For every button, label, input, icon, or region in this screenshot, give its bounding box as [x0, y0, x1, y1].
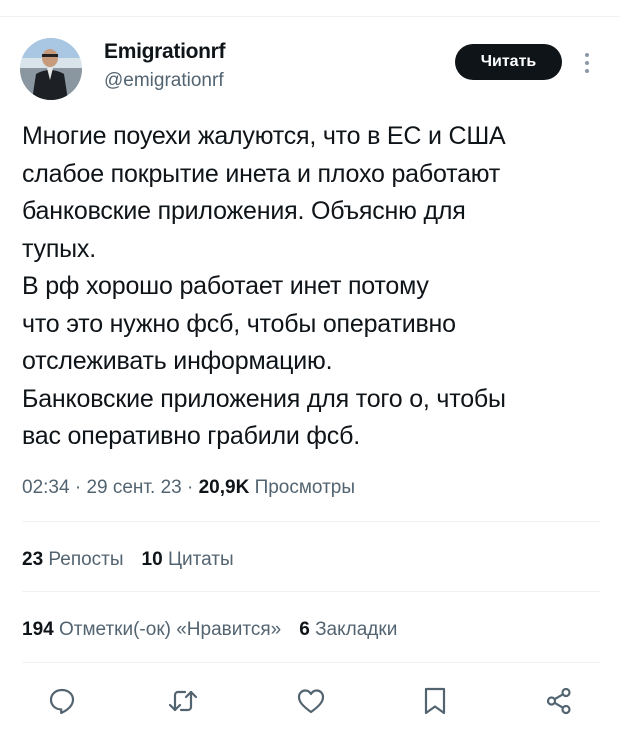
likes-stat[interactable]: 194 Отметки(-ок) «Нравится»	[22, 619, 281, 640]
author-name[interactable]: Emigrationrf	[104, 40, 226, 64]
tweet-line: банковские приложения. Объясню для	[22, 197, 466, 225]
meta-separator: ·	[186, 477, 199, 498]
tweet-line: Банковские приложения для того о, чтобы	[22, 384, 506, 413]
tweet-line: В рф хорошо работает инет потому	[22, 272, 429, 300]
bookmark-icon[interactable]	[418, 684, 452, 718]
likes-count: 194	[22, 619, 54, 640]
reply-icon[interactable]	[45, 684, 79, 718]
quotes-label: Цитаты	[167, 549, 234, 570]
like-icon[interactable]	[294, 684, 328, 718]
bookmarks-count: 6	[299, 619, 310, 640]
bookmarks-stat[interactable]: 6 Закладки	[299, 619, 397, 640]
views-label: Просмотры	[254, 477, 356, 498]
likes-bookmarks-stats: 194 Отметки(-ок) «Нравится» 6 Закладки	[22, 619, 397, 641]
follow-button[interactable]: Читать	[455, 44, 562, 80]
tweet-time[interactable]: 02:34	[22, 477, 70, 498]
retweet-icon[interactable]	[166, 684, 200, 718]
tweet-line: вас оперативно грабили фсб.	[22, 422, 360, 450]
reposts-count: 23	[22, 549, 44, 570]
avatar-photo-icon	[20, 38, 82, 100]
tweet-text: Многие поуехи жалуются, что в ЕС и США с…	[22, 118, 607, 456]
tweet-meta: 02:34 · 29 сент. 23 · 20,9K Просмотры	[22, 477, 355, 499]
tweet-line: тупых.	[22, 234, 96, 263]
divider	[22, 521, 600, 522]
meta-separator: ·	[74, 477, 87, 498]
bookmarks-label: Закладки	[315, 619, 398, 640]
likes-label: Отметки(-ок) «Нравится»	[58, 619, 282, 640]
top-divider	[0, 16, 620, 17]
divider	[22, 591, 600, 592]
author-handle[interactable]: @emigrationrf	[104, 70, 224, 92]
divider	[22, 662, 600, 663]
tweet-line: что это нужно фсб, чтобы оперативно	[22, 309, 456, 338]
more-vertical-icon[interactable]	[582, 50, 592, 76]
avatar[interactable]	[20, 38, 82, 100]
quotes-count: 10	[141, 549, 163, 570]
tweet-line: Многие поуехи жалуются, что в ЕС и США	[22, 122, 506, 150]
tweet-line: слабое покрытие инета и плохо работают	[22, 159, 501, 188]
reposts-label: Репосты	[48, 549, 124, 570]
quotes-stat[interactable]: 10 Цитаты	[142, 549, 234, 570]
views-count: 20,9K	[198, 477, 250, 498]
tweet-date[interactable]: 29 сент. 23	[86, 477, 181, 498]
share-icon[interactable]	[542, 684, 576, 718]
reposts-stat[interactable]: 23 Репосты	[22, 549, 124, 570]
action-bar	[0, 684, 620, 720]
repost-quote-stats: 23 Репосты 10 Цитаты	[22, 549, 234, 571]
tweet-line: отслеживать информацию.	[22, 347, 333, 375]
